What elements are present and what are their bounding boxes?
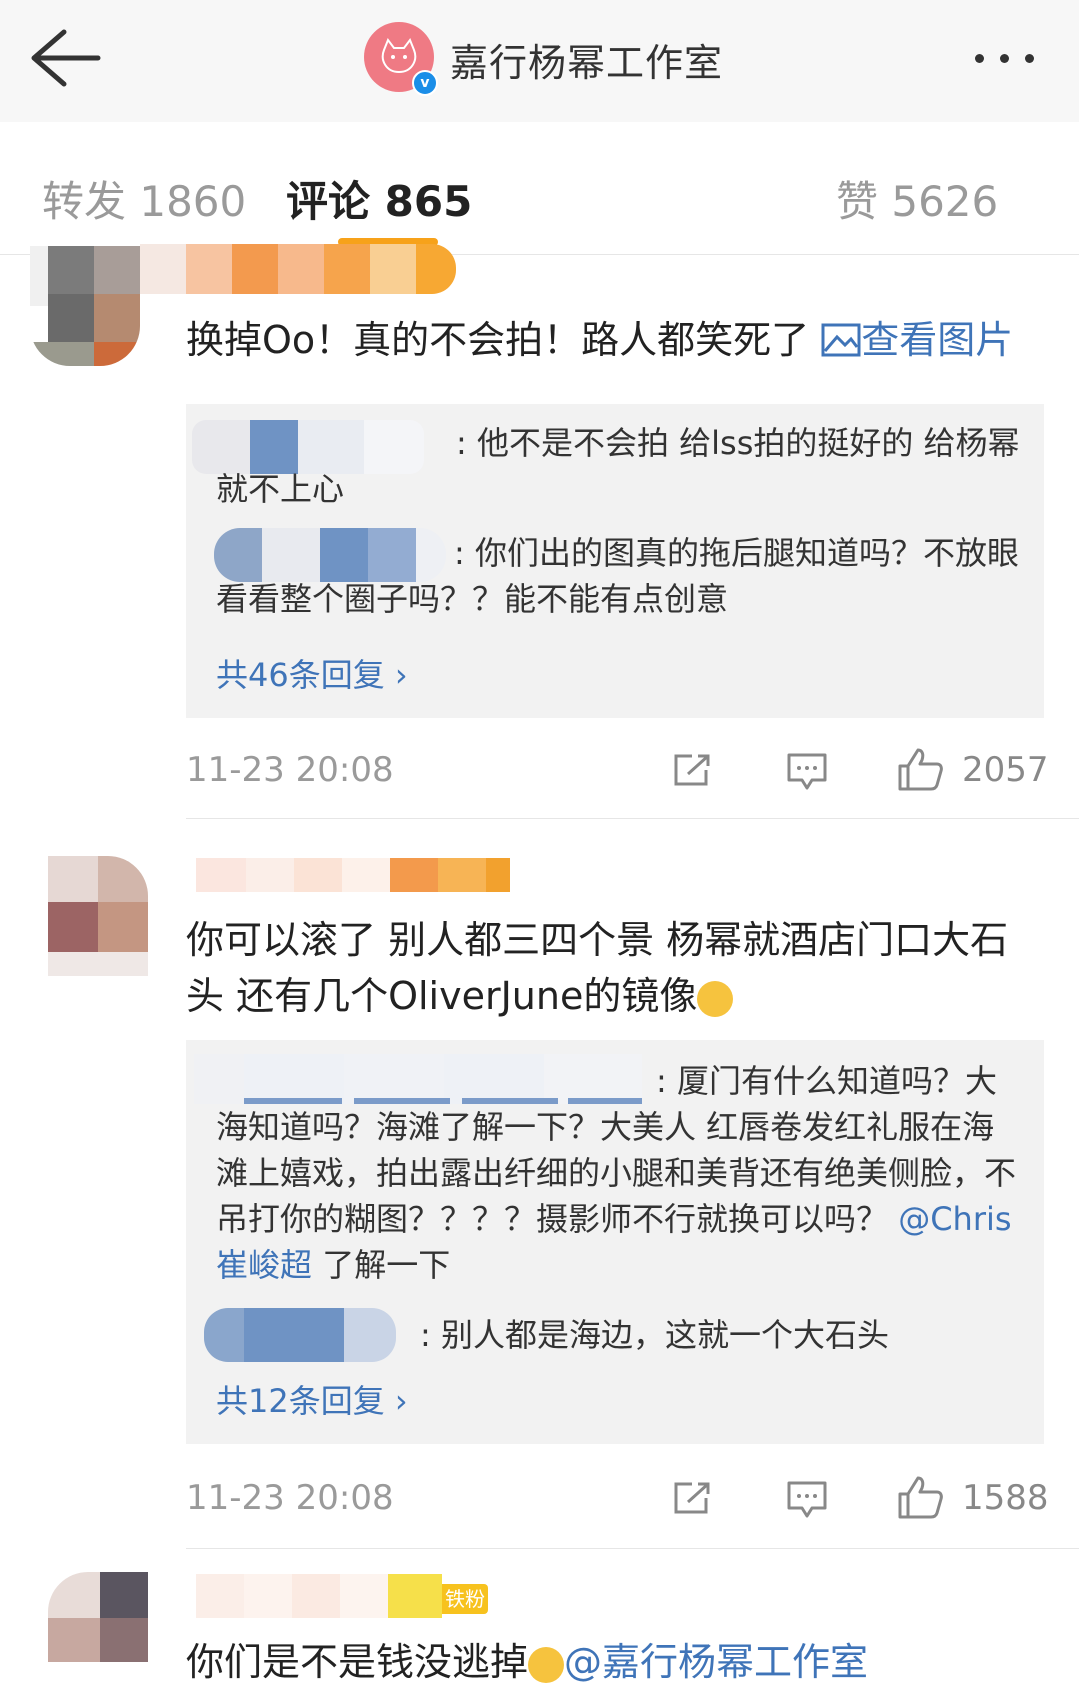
comment-time: 11-23 20:08 [186, 1478, 394, 1518]
fan-badge: 铁粉 [442, 1584, 488, 1614]
reply-text: : 他不是不会拍 给lss拍的挺好的 给杨幂就不上心 [216, 424, 1020, 508]
comment-text: 你可以滚了 别人都三四个景 杨幂就酒店门口大石头 还有几个OliverJune的… [186, 918, 1009, 1018]
reply-text: : 厦门有什么知道吗？大海知道吗？海滩了解一下？大美人 红唇卷发红礼服在海滩上嬉… [216, 1062, 1017, 1284]
chevron-right-icon: › [394, 1382, 408, 1420]
mention-link[interactable]: @嘉行杨幂工作室 [564, 1640, 868, 1684]
comment-time: 11-23 20:08 [186, 750, 394, 790]
more-dots-icon[interactable] [975, 48, 1055, 68]
reply-text: : 你们出的图真的拖后腿知道吗？不放眼看看整个圈子吗？？能不能有点创意 [216, 534, 1019, 618]
cat-logo-icon [381, 37, 417, 74]
more-replies-link[interactable]: 共12条回复 › [216, 1376, 408, 1422]
comment-text: 换掉Oo！真的不会拍！路人都笑死了 查看图片 [186, 318, 1014, 362]
tab-comments[interactable]: 评论 865 [286, 168, 472, 229]
arrow-left-icon[interactable] [28, 26, 104, 90]
tab-bar: 转发 1860 评论 865 赞 5626 [0, 122, 1079, 255]
grimace-emoji-icon [697, 980, 734, 1017]
like-icon[interactable] [896, 746, 944, 792]
like-count: 2057 [962, 750, 1049, 790]
divider [186, 1548, 1079, 1549]
avatar[interactable] [48, 856, 148, 976]
avatar[interactable] [48, 1572, 148, 1662]
verified-badge-icon: v [412, 70, 438, 96]
comment-text: 你们是不是钱没逃掉 @嘉行杨幂工作室 [186, 1640, 869, 1684]
emoji-icon [528, 1646, 565, 1683]
share-icon[interactable] [672, 1480, 712, 1516]
username-blurred[interactable] [196, 1574, 442, 1618]
share-icon[interactable] [672, 752, 712, 788]
tab-likes[interactable]: 赞 5626 [836, 168, 998, 229]
chevron-right-icon: › [394, 656, 408, 694]
like-icon[interactable] [896, 1474, 944, 1520]
comment-icon[interactable] [786, 1480, 828, 1520]
reply-box[interactable]: : 他不是不会拍 给lss拍的挺好的 给杨幂就不上心 : 你们出的图真的拖后腿知… [186, 404, 1044, 718]
image-icon [821, 323, 861, 357]
divider [186, 818, 1079, 819]
top-bar: v 嘉行杨幂工作室 [0, 0, 1079, 123]
comment-icon[interactable] [786, 752, 828, 792]
view-image-link[interactable]: 查看图片 [821, 318, 1013, 362]
reply-box[interactable]: : 厦门有什么知道吗？大海知道吗？海滩了解一下？大美人 红唇卷发红礼服在海滩上嬉… [186, 1040, 1044, 1444]
reply-text: : 别人都是海边，这就一个大石头 [420, 1316, 889, 1354]
page-title: 嘉行杨幂工作室 [450, 41, 724, 85]
tab-reposts[interactable]: 转发 1860 [42, 168, 246, 229]
more-replies-link[interactable]: 共46条回复 › [216, 650, 408, 696]
avatar[interactable] [30, 246, 140, 366]
like-count: 1588 [962, 1478, 1049, 1518]
username-blurred[interactable] [140, 244, 456, 294]
username-blurred[interactable] [196, 858, 510, 892]
